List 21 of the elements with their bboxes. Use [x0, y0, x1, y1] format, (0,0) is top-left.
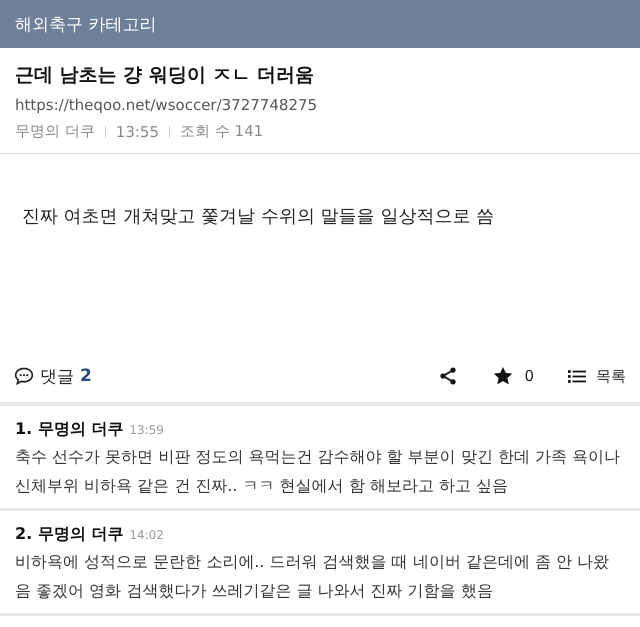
post-title: 근데 남초는 걍 워딩이 ㅈㄴ 더러움 — [15, 63, 316, 88]
list-icon[interactable] — [568, 368, 586, 384]
star-count: 0 — [524, 367, 534, 385]
star-icon[interactable] — [492, 365, 514, 387]
comment-text: 비하욕에 성적으로 문란한 소리에.. 드러워 검색했을 때 네이버 같은데에 좀 안 나왔음 좋겠어 영화 검색했다가 쓰레기같은 글 나와서 진짜 기함을 했음 — [15, 551, 610, 602]
list-label[interactable]: 목록 — [596, 366, 626, 386]
comment-author: 1. 무명의 더쿠 — [15, 419, 124, 440]
comment-time: 13:59 — [129, 423, 164, 437]
share-icon[interactable] — [438, 366, 458, 386]
author-name: 무명의 더쿠 — [15, 122, 95, 141]
category-title: 해외축구 카테고리 — [15, 14, 156, 36]
post-time: 13:55 — [116, 122, 160, 140]
post-body: 진짜 여초면 개쳐맞고 쫓겨날 수위의 말들을 일상적으로 씀 — [22, 205, 496, 228]
comments-label[interactable]: 댓글 — [40, 364, 74, 388]
post-url[interactable]: https://theqoo.net/wsoccer/3727748275 — [15, 96, 625, 114]
comments-count: 2 — [80, 366, 92, 386]
comment-text: 축수 선수가 못하면 비판 정도의 욕먹는건 감수해야 할 부분이 맞긴 한데 가족 욕이나 신체부위 비하욕 같은 건 진짜.. ㅋㅋ 현실에서 함 해보라고 하고 싶음 — [15, 446, 622, 497]
comment-time: 14:02 — [129, 528, 164, 542]
comment-author: 2. 무명의 더쿠 — [15, 524, 124, 545]
view-count: 조회 수 141 — [180, 122, 264, 141]
comment-bubble-icon[interactable] — [14, 366, 34, 386]
